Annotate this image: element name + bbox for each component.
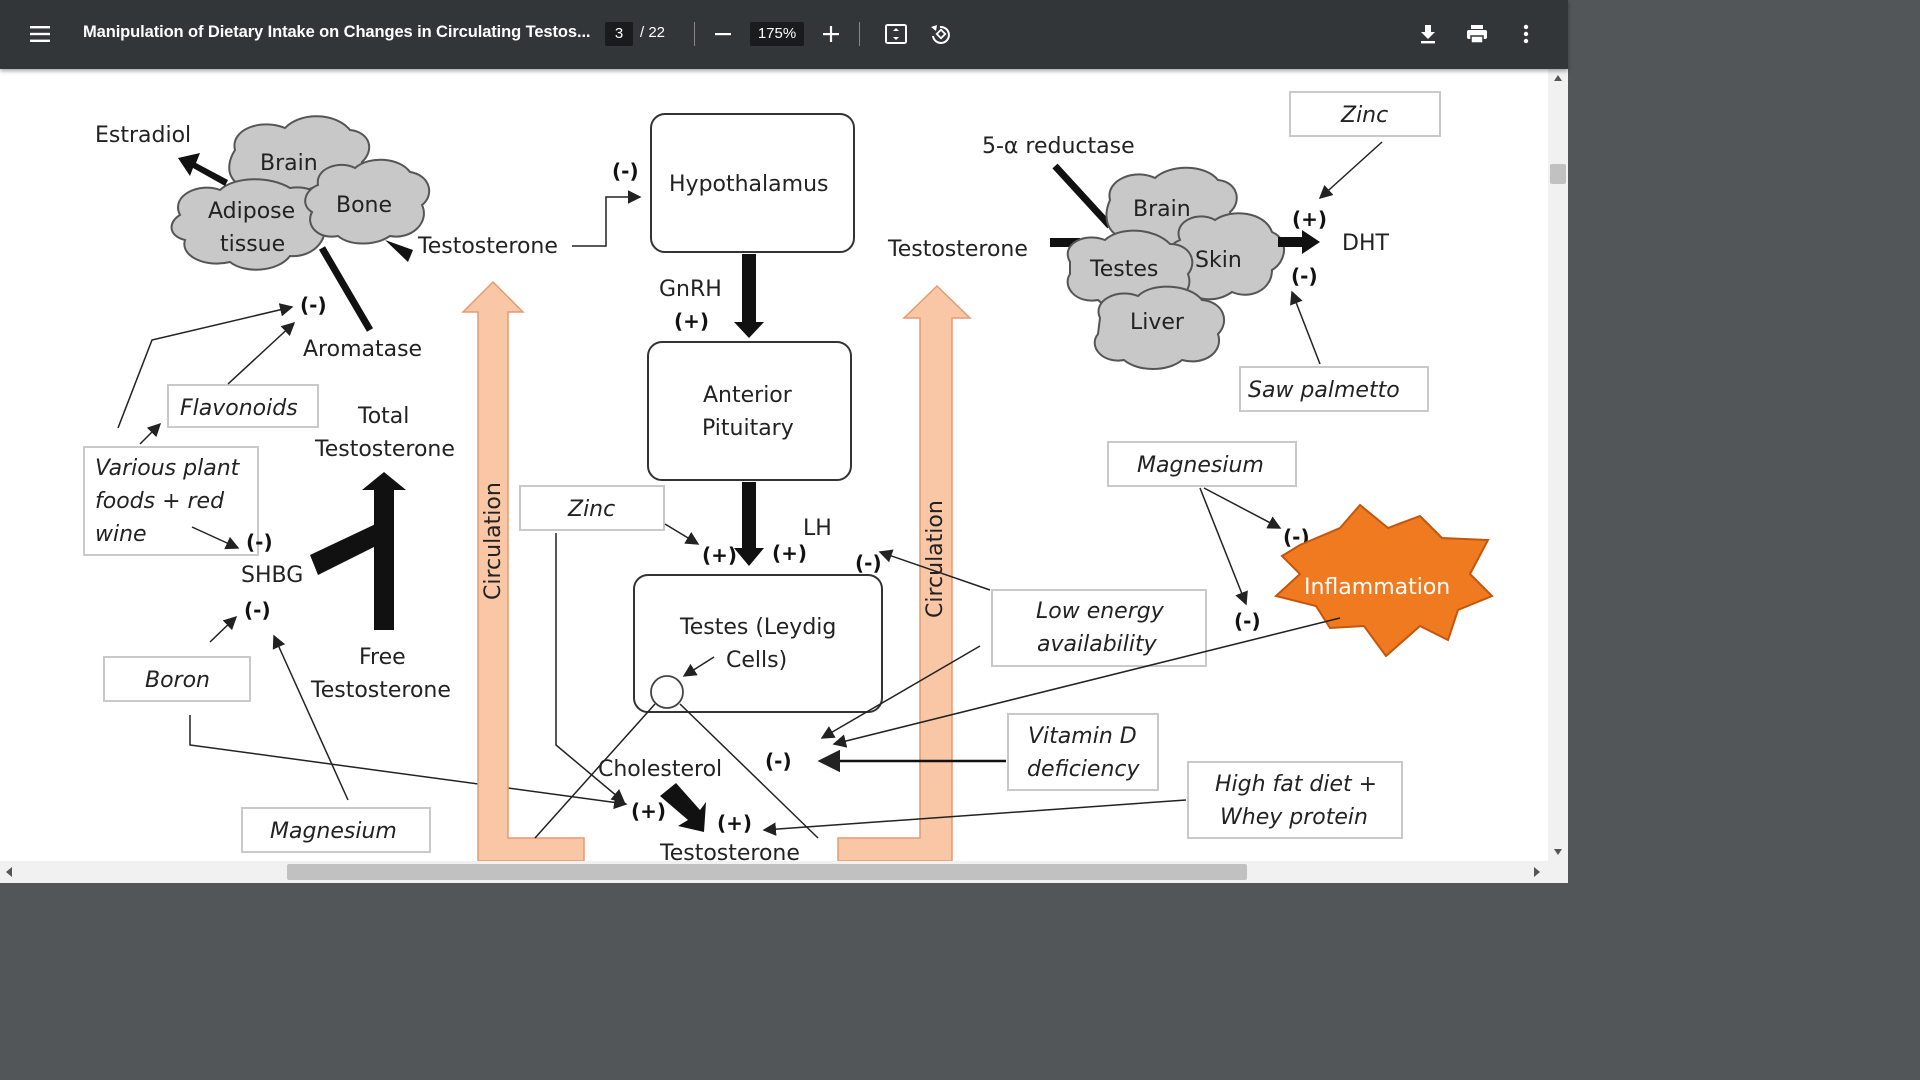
pituitary-label-1: Anterior [703, 383, 793, 408]
magnesium-left-label: Magnesium [270, 819, 397, 844]
testosterone-bottom-label: Testosterone [659, 841, 800, 861]
document-viewer[interactable]: Estradiol Brain Adipose tissue Bone Test… [0, 69, 1548, 861]
vertical-scroll-thumb[interactable] [1550, 164, 1566, 184]
brain-left-label: Brain [260, 151, 318, 176]
free-testosterone-2: Testosterone [310, 678, 451, 703]
lh-label: LH [803, 516, 832, 541]
scroll-up-icon[interactable] [1554, 75, 1562, 81]
shbg-label: SHBG [241, 563, 303, 588]
plant-label-1: Various plant [95, 456, 241, 481]
hypothalamus-label: Hypothalamus [669, 172, 828, 197]
testes-label-2: Cells) [726, 648, 787, 673]
menu-icon[interactable] [23, 16, 59, 52]
horizontal-scroll-thumb[interactable] [287, 864, 1247, 880]
neg-feedback-label: (-) [612, 159, 639, 183]
horizontal-scrollbar[interactable] [0, 861, 1568, 883]
pituitary-label-2: Pituitary [702, 416, 794, 441]
reductase-label: 5-α reductase [982, 134, 1135, 159]
estradiol-arrow [178, 153, 228, 186]
aromatase-label: Aromatase [303, 337, 422, 362]
circulation-left-label: Circulation [481, 482, 506, 600]
pos-dht-label: (+) [1292, 207, 1327, 231]
leydig-cell-circle [650, 675, 684, 709]
vertical-scrollbar[interactable] [1548, 69, 1568, 861]
rotate-icon[interactable] [922, 16, 958, 52]
more-options-icon[interactable] [1508, 16, 1544, 52]
liver-label: Liver [1130, 310, 1185, 335]
aromatase-line [318, 246, 374, 332]
plant-label-3: wine [95, 522, 147, 547]
reductase-line [1052, 163, 1113, 229]
neg-shbg-bottom-label: (-) [244, 598, 271, 622]
saw-palmetto-label: Saw palmetto [1248, 378, 1400, 403]
zinc-mid-label: Zinc [567, 497, 615, 522]
magnesium-right-label: Magnesium [1137, 453, 1264, 478]
plant-label-2: foods + red [95, 489, 225, 514]
neg-aromatase-label: (-) [300, 293, 327, 317]
scroll-left-icon[interactable] [6, 867, 12, 877]
boron-label: Boron [145, 668, 210, 693]
free-testosterone-1: Free [359, 645, 406, 670]
scroll-down-icon[interactable] [1554, 849, 1562, 855]
testosterone-right-label: Testosterone [887, 237, 1028, 262]
horizontal-scrollbar-graphic [6, 864, 1540, 880]
zoom-in-icon[interactable] [813, 16, 849, 52]
high-fat-diet-label-2: Whey protein [1220, 805, 1368, 830]
document-title: Manipulation of Dietary Intake on Change… [83, 23, 591, 41]
bone-label: Bone [336, 193, 392, 218]
gnrh-label: GnRH [659, 277, 722, 302]
zoom-out-icon[interactable] [705, 16, 741, 52]
testosterone-in-arrow [385, 240, 413, 262]
pos-cholesterol-label: (+) [631, 799, 666, 823]
toolbar-divider [694, 22, 695, 46]
flavonoids-label: Flavonoids [180, 396, 298, 421]
testes-label-1: Testes (Leydig [679, 615, 836, 640]
vertical-scrollbar-graphic [1550, 75, 1566, 855]
estradiol-label: Estradiol [95, 123, 191, 148]
inflammation-label: Inflammation [1304, 575, 1450, 600]
vitamin-d-label-1: Vitamin D [1028, 724, 1137, 749]
print-icon[interactable] [1459, 16, 1495, 52]
page-number-input[interactable]: 3 [605, 22, 633, 46]
download-icon[interactable] [1410, 16, 1446, 52]
cholesterol-arrow [660, 783, 706, 832]
testosterone-left-label: Testosterone [417, 234, 558, 259]
gnrh-arrow [734, 254, 764, 338]
vitamin-d-label-2: deficiency [1027, 757, 1140, 782]
free-to-total-arrow [362, 472, 406, 630]
circulation-right-label: Circulation [923, 500, 948, 618]
adipose-label-1: Adipose [208, 199, 295, 224]
zoom-level-input[interactable]: 175% [750, 22, 804, 46]
low-energy-label-2: availability [1037, 632, 1158, 657]
page-total: / 22 [640, 24, 666, 41]
adipose-label-2: tissue [220, 232, 285, 257]
pituitary-box [647, 341, 852, 481]
fit-page-icon[interactable] [878, 16, 914, 52]
zinc-right-label: Zinc [1340, 103, 1388, 128]
pdf-toolbar: Manipulation of Dietary Intake on Change… [0, 0, 1568, 69]
feedback-arrow [572, 190, 642, 247]
total-testosterone-1: Total [357, 404, 409, 429]
total-testosterone-2: Testosterone [314, 437, 455, 462]
neg-shbg-top-label: (-) [246, 530, 273, 554]
low-energy-label-1: Low energy [1036, 599, 1165, 624]
pos-lh-right-label: (+) [772, 541, 807, 565]
neg-vitd-label: (-) [765, 749, 792, 773]
cholesterol-label: Cholesterol [598, 757, 722, 782]
toolbar-divider [859, 22, 860, 46]
pos-testosterone-label: (+) [717, 811, 752, 835]
pos-gnrh-label: (+) [674, 309, 709, 333]
testes-cloud-label: Testes [1089, 257, 1158, 282]
high-fat-diet-label-1: High fat diet + [1215, 772, 1377, 797]
neg-dht-label: (-) [1291, 264, 1318, 288]
skin-label: Skin [1195, 248, 1242, 273]
pos-lh-left-label: (+) [702, 543, 737, 567]
neg-inflammation-left-label: (-) [1234, 609, 1261, 633]
lh-arrow [734, 482, 764, 566]
testosterone-regulation-diagram: Estradiol Brain Adipose tissue Bone Test… [83, 91, 1494, 861]
scroll-right-icon[interactable] [1534, 867, 1540, 877]
dht-label: DHT [1342, 231, 1389, 256]
neg-testes-label: (-) [855, 551, 882, 575]
brain-right-label: Brain [1133, 197, 1191, 222]
